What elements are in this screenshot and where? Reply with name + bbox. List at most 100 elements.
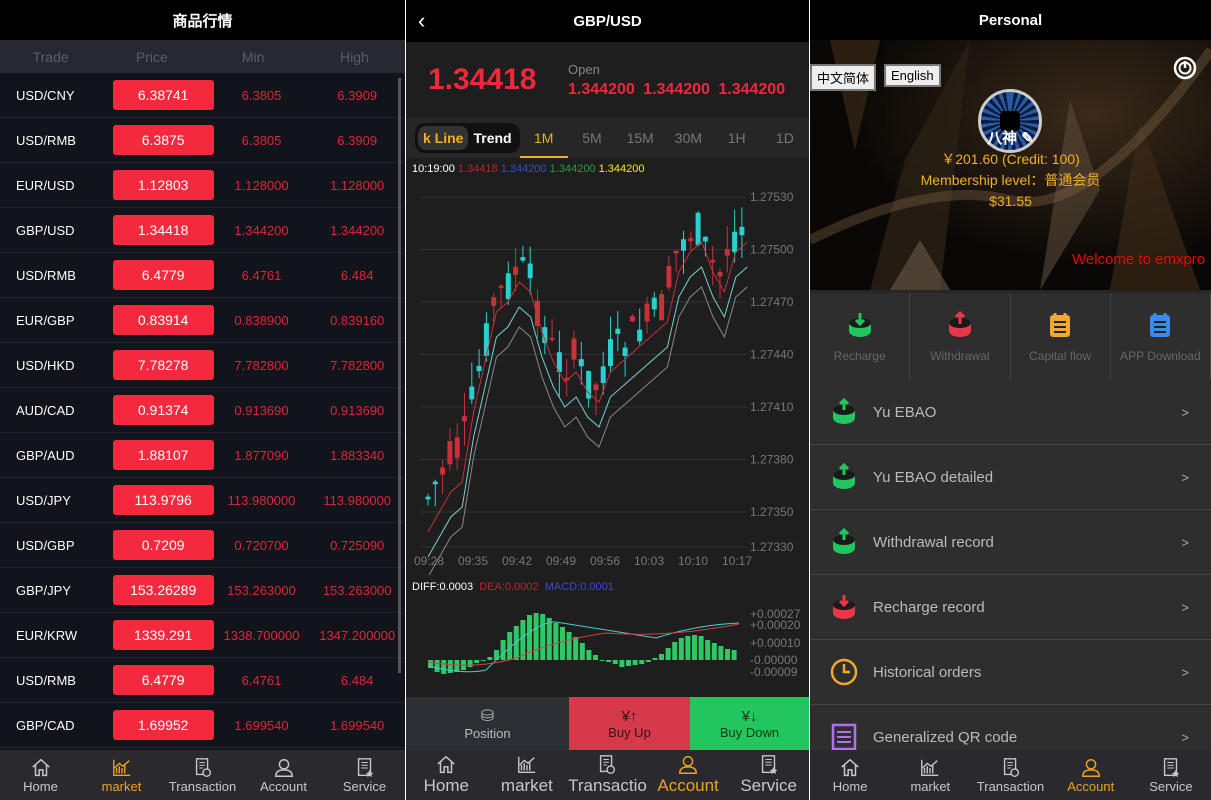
market-row[interactable]: GBP/AUD 1.88107 1.877090 1.883340: [0, 433, 405, 478]
price-badge: 1.12803: [112, 170, 214, 200]
macd-bar: [533, 613, 539, 660]
lang-chinese-button[interactable]: 中文简体: [810, 64, 877, 91]
nav-home[interactable]: Home: [810, 750, 890, 800]
quick-withdrawal[interactable]: Withdrawal: [910, 293, 1011, 380]
market-row[interactable]: USD/RMB 6.4779 6.4761 6.484: [0, 658, 405, 703]
tab-5m[interactable]: 5M: [568, 118, 616, 158]
menu-item[interactable]: Yu EBAO >: [810, 380, 1211, 445]
nav-service[interactable]: Service: [1131, 750, 1211, 800]
x-tick-label: 09:49: [546, 554, 576, 568]
position-button[interactable]: ⛁ Position: [406, 697, 569, 750]
nav-market[interactable]: market: [487, 750, 568, 800]
tab-kline[interactable]: k Line: [418, 126, 469, 150]
nav-account[interactable]: Account: [1051, 750, 1131, 800]
market-row[interactable]: USD/JPY 113.9796 113.980000 113.980000: [0, 478, 405, 523]
nav-label: Transaction: [976, 778, 1045, 794]
page-title: Personal: [810, 0, 1211, 40]
candle-body: [732, 231, 738, 253]
macd-y-label: +0.00010: [750, 636, 801, 650]
quick-app-download[interactable]: APP Download: [1111, 293, 1211, 380]
nav-market[interactable]: market: [81, 750, 162, 800]
market-row[interactable]: EUR/GBP 0.83914 0.838900 0.839160: [0, 298, 405, 343]
candle-body: [476, 365, 482, 372]
market-row[interactable]: USD/RMB 6.3875 6.3805 6.3909: [0, 118, 405, 163]
market-row[interactable]: USD/GBP 0.7209 0.720700 0.725090: [0, 523, 405, 568]
quick-recharge[interactable]: Recharge: [810, 293, 911, 380]
account-icon: [274, 758, 293, 777]
market-row[interactable]: EUR/KRW 1339.291 1338.700000 1347.200000: [0, 613, 405, 658]
menu-item[interactable]: Yu EBAO detailed >: [810, 445, 1211, 510]
macd-bar: [639, 660, 645, 664]
macd-bar: [467, 660, 473, 667]
market-row[interactable]: GBP/JPY 153.26289 153.263000 153.263000: [0, 568, 405, 613]
username: 八神: [987, 130, 1018, 147]
pair-name: USD/GBP: [16, 537, 75, 553]
tab-1m[interactable]: 1M: [519, 118, 568, 158]
candlestick-chart[interactable]: 1.27530 1.27500 1.27470 1.27440 1.27410 1.273…: [406, 180, 809, 575]
price-badge: 1339.291: [112, 620, 214, 650]
y-tick-label: 1.27500: [750, 243, 794, 257]
tab-30m[interactable]: 30M: [664, 118, 712, 158]
macd-bar: [500, 640, 506, 660]
back-icon[interactable]: ‹: [418, 8, 425, 34]
nav-label: Transaction: [168, 778, 237, 794]
nav-label: Service: [342, 778, 387, 794]
macd-bar: [659, 654, 664, 660]
nav-service[interactable]: Service: [728, 750, 809, 800]
market-row[interactable]: GBP/CAD 1.69952 1.699540 1.699540: [0, 703, 405, 748]
min-value: 1338.700000: [223, 627, 300, 643]
market-row[interactable]: GBP/USD 1.34418 1.344200 1.344200: [0, 208, 405, 253]
home-icon: [437, 755, 456, 774]
macd-bar: [573, 637, 579, 660]
quick-capital-flow[interactable]: Capital flow: [1011, 293, 1111, 380]
candle-body: [702, 236, 708, 242]
chevron-right-icon: >: [1181, 469, 1189, 485]
nav-service[interactable]: Service: [324, 750, 405, 800]
nav-market[interactable]: market: [890, 750, 970, 800]
price-badge: 0.91374: [112, 395, 214, 425]
candle-body: [447, 440, 453, 465]
menu-item[interactable]: Withdrawal record >: [810, 510, 1211, 575]
quick-label: Capital flow: [1029, 348, 1092, 363]
nav-transaction[interactable]: Transaction: [162, 750, 243, 800]
edit-icon[interactable]: ✎: [1021, 130, 1034, 147]
market-row[interactable]: EUR/USD 1.12803 1.128000 1.128000: [0, 163, 405, 208]
market-row[interactable]: USD/CNY 6.38741 6.3805 6.3909: [0, 73, 405, 118]
market-row[interactable]: USD/HKD 7.78278 7.782800 7.782800: [0, 343, 405, 388]
pair-name: USD/RMB: [16, 132, 76, 148]
nav-home[interactable]: Home: [0, 750, 81, 800]
nav-account[interactable]: Account: [243, 750, 324, 800]
scrollbar[interactable]: [398, 78, 401, 673]
x-tick-label: 09:56: [590, 554, 620, 568]
buy-up-button[interactable]: ¥↑ Buy Up: [569, 697, 690, 750]
tab-15m[interactable]: 15M: [616, 118, 664, 158]
macd-bar: [672, 642, 678, 660]
pair-name: EUR/USD: [16, 177, 75, 193]
detail-panel: ‹ GBP/USD 1.34418 Open 1.344200 1.344200…: [406, 0, 809, 800]
chevron-right-icon: >: [1181, 599, 1189, 615]
transaction-icon: [195, 757, 211, 777]
nav-label: market: [101, 778, 142, 794]
lang-english-button[interactable]: English: [884, 64, 941, 87]
high-value: 1.128000: [330, 177, 385, 193]
high-value: 6.3909: [337, 87, 378, 103]
tab-trend[interactable]: Trend: [468, 126, 516, 150]
high-value: 0.839160: [330, 312, 385, 328]
price-badge: 1.88107: [112, 440, 214, 470]
power-icon[interactable]: [1173, 56, 1197, 80]
nav-transaction[interactable]: Transactio: [567, 750, 648, 800]
nav-home[interactable]: Home: [406, 750, 487, 800]
tab-1h[interactable]: 1H: [713, 118, 761, 158]
col-trade: Trade: [32, 48, 69, 65]
market-row[interactable]: USD/RMB 6.4779 6.4761 6.484: [0, 253, 405, 298]
menu-item[interactable]: Historical orders >: [810, 640, 1211, 705]
market-panel: 商品行情 Trade Price Min High USD/CNY 6.3874…: [0, 0, 405, 800]
menu-item[interactable]: Recharge record >: [810, 575, 1211, 640]
buy-down-button[interactable]: ¥↓ Buy Down: [690, 697, 809, 750]
chevron-right-icon: >: [1181, 729, 1189, 745]
macd-info: DIFF:0.0003 DEA:0.0002 MACD:0.0001: [406, 576, 614, 598]
market-row[interactable]: AUD/CAD 0.91374 0.913690 0.913690: [0, 388, 405, 433]
tab-1d[interactable]: 1D: [761, 118, 809, 158]
nav-account[interactable]: Account: [648, 750, 729, 800]
nav-transaction[interactable]: Transaction: [970, 750, 1050, 800]
